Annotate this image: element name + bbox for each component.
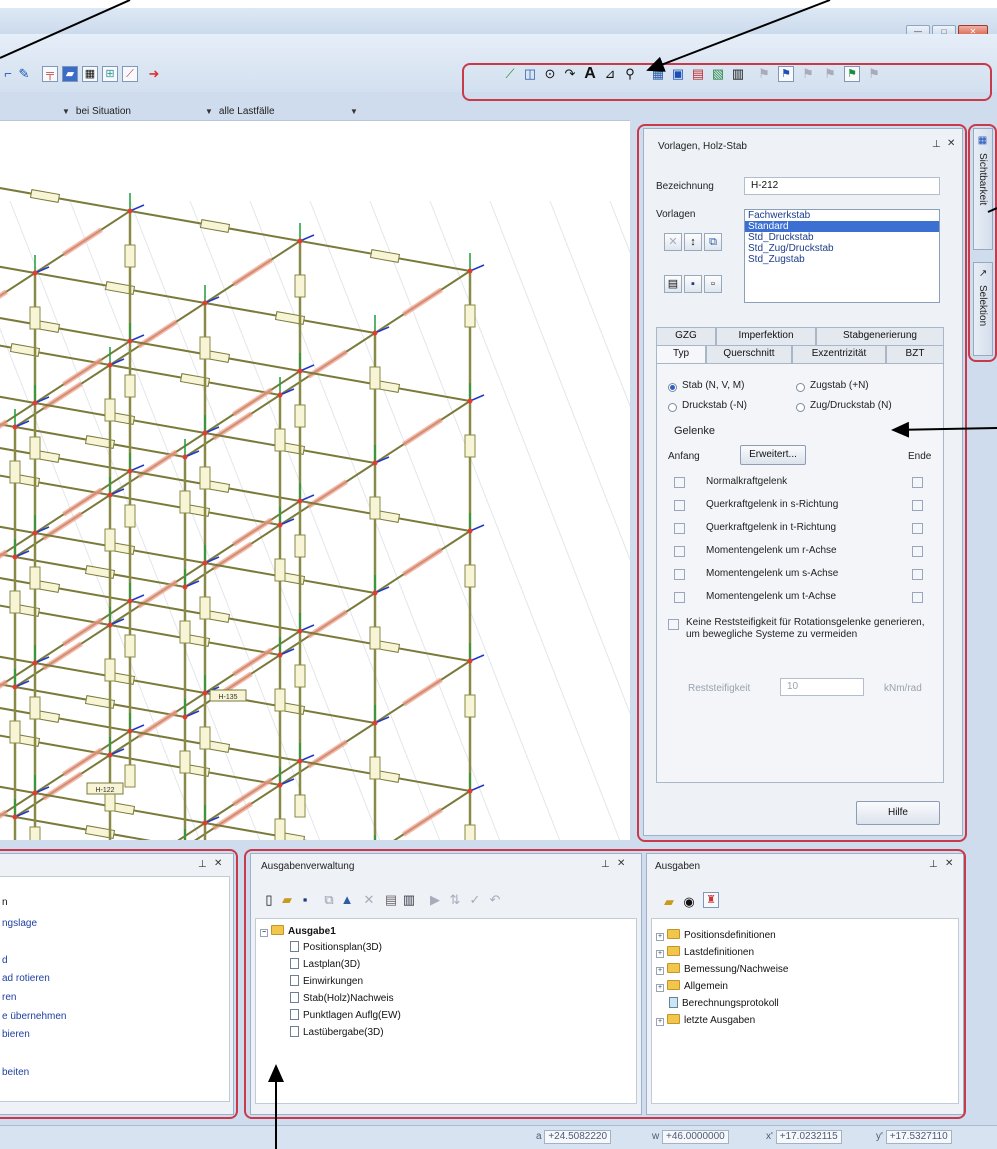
- arrow-line: [891, 421, 997, 438]
- callout-arrows: [0, 0, 997, 1149]
- arrow-line: [0, 0, 131, 59]
- arrow-line: [646, 0, 831, 72]
- arrow-line: [987, 207, 997, 213]
